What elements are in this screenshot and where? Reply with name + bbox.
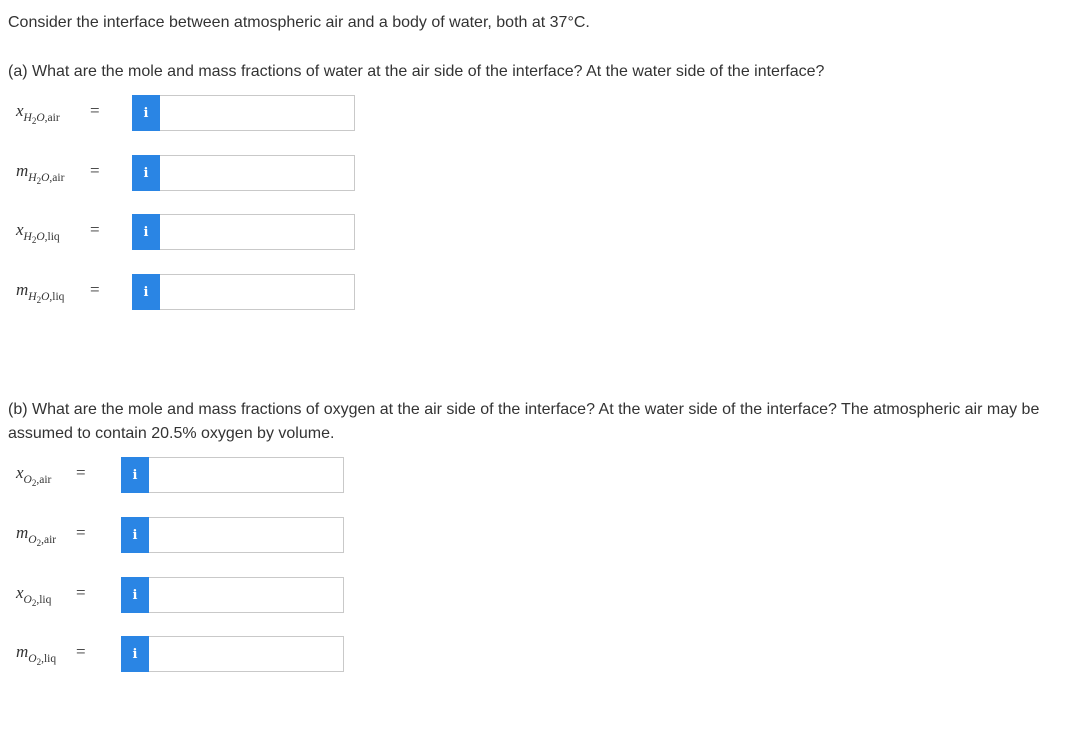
answer-row-x-h2o-air: xH2O,air = i: [0, 95, 400, 132]
info-icon: i: [132, 467, 138, 483]
equals-sign: =: [90, 101, 100, 120]
info-icon: i: [132, 527, 138, 543]
info-icon-button[interactable]: i: [132, 274, 160, 310]
info-icon-button[interactable]: i: [121, 636, 149, 672]
answer-row-x-o2-air: xO2,air = i: [0, 457, 400, 494]
variable-label: mO2,liq: [16, 642, 57, 667]
info-icon-button[interactable]: i: [132, 155, 160, 191]
answer-row-m-o2-air: mO2,air = i: [0, 517, 400, 554]
equals-sign: =: [76, 642, 86, 661]
answer-input-m-o2-liq[interactable]: [149, 636, 344, 672]
info-icon-button[interactable]: i: [121, 457, 149, 493]
equals-sign: =: [76, 583, 86, 602]
info-icon: i: [143, 224, 149, 240]
variable-label: xH2O,air: [16, 101, 60, 126]
info-icon-button[interactable]: i: [121, 577, 149, 613]
info-icon-button[interactable]: i: [132, 95, 160, 131]
variable-label: xO2,liq: [16, 583, 52, 608]
problem-intro: Consider the interface between atmospher…: [8, 14, 590, 31]
answer-row-x-o2-liq: xO2,liq = i: [0, 577, 400, 614]
answer-input-m-h2o-liq[interactable]: [160, 274, 355, 310]
answer-row-m-h2o-air: mH2O,air = i: [0, 155, 400, 192]
answer-input-x-o2-liq[interactable]: [149, 577, 344, 613]
info-icon: i: [143, 165, 149, 181]
variable-label: xO2,air: [16, 463, 52, 488]
info-icon: i: [143, 284, 149, 300]
equals-sign: =: [90, 161, 100, 180]
info-icon-button[interactable]: i: [132, 214, 160, 250]
equals-sign: =: [76, 523, 86, 542]
answer-input-x-h2o-air[interactable]: [160, 95, 355, 131]
info-icon: i: [132, 646, 138, 662]
answer-row-m-h2o-liq: mH2O,liq = i: [0, 274, 400, 311]
answer-input-m-o2-air[interactable]: [149, 517, 344, 553]
variable-label: xH2O,liq: [16, 220, 60, 245]
variable-label: mH2O,air: [16, 161, 65, 186]
variable-label: mH2O,liq: [16, 280, 65, 305]
answer-row-x-h2o-liq: xH2O,liq = i: [0, 214, 400, 251]
answer-input-x-h2o-liq[interactable]: [160, 214, 355, 250]
part-b-question: (b) What are the mole and mass fractions…: [8, 401, 1040, 442]
answer-input-m-h2o-air[interactable]: [160, 155, 355, 191]
equals-sign: =: [90, 280, 100, 299]
variable-label: mO2,air: [16, 523, 57, 548]
answer-row-m-o2-liq: mO2,liq = i: [0, 636, 400, 673]
info-icon: i: [132, 587, 138, 603]
info-icon-button[interactable]: i: [121, 517, 149, 553]
info-icon: i: [143, 105, 149, 121]
part-a-question: (a) What are the mole and mass fractions…: [8, 63, 825, 80]
equals-sign: =: [90, 220, 100, 239]
equals-sign: =: [76, 463, 86, 482]
answer-input-x-o2-air[interactable]: [149, 457, 344, 493]
